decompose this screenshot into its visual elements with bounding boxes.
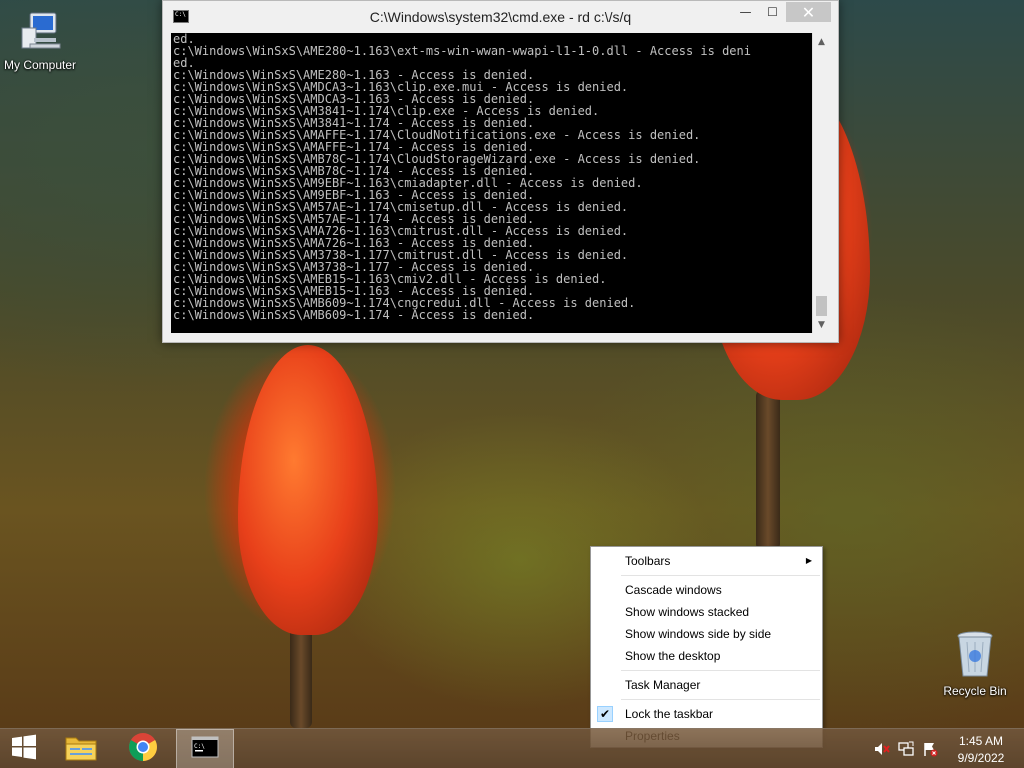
scroll-up-arrow-icon[interactable]: ▲ — [813, 33, 830, 50]
recycle-bin-icon — [955, 630, 995, 680]
submenu-arrow-icon: ▶ — [805, 556, 812, 565]
menu-item-show-windows-stacked[interactable]: Show windows stacked — [591, 601, 822, 623]
windows-logo-icon — [11, 734, 37, 764]
minimize-button[interactable]: — — [732, 2, 759, 22]
menu-item-show-windows-side-by-side[interactable]: Show windows side by side — [591, 623, 822, 645]
menu-item-show-the-desktop[interactable]: Show the desktop — [591, 645, 822, 667]
menu-item-label: Show windows side by side — [625, 627, 772, 641]
action-center-flag-icon[interactable] — [922, 741, 938, 757]
network-icon[interactable] — [898, 741, 914, 757]
console-line: c:\Windows\WinSxS\AME280~1.163\ext-ms-wi… — [173, 44, 751, 58]
taskbar[interactable]: C:\ 1:45 AM 9/9/2022 — [0, 728, 1024, 768]
taskbar-cmd[interactable]: C:\ — [176, 729, 234, 768]
cmd-icon: C:\ — [191, 736, 219, 762]
desktop-icon-label: My Computer — [3, 58, 77, 72]
close-button[interactable]: ✕ — [786, 2, 831, 22]
cmd-window[interactable]: C:\Windows\system32\cmd.exe - rd c:\/s/q… — [162, 0, 839, 343]
menu-item-label: Show windows stacked — [625, 605, 750, 619]
folder-icon — [64, 732, 98, 766]
taskbar-context-menu[interactable]: Toolbars ▶ Cascade windows Show windows sta… — [590, 546, 823, 748]
desktop-icon-label: Recycle Bin — [943, 684, 1007, 698]
menu-item-task-manager[interactable]: Task Manager — [591, 674, 822, 696]
taskbar-file-explorer[interactable] — [56, 729, 106, 768]
menu-separator — [621, 670, 820, 671]
clock-date: 9/9/2022 — [957, 751, 1005, 765]
scrollbar-thumb[interactable] — [816, 296, 827, 316]
start-button[interactable] — [0, 729, 48, 768]
vertical-scrollbar[interactable]: ▲ ▼ — [812, 33, 829, 333]
clock-time: 1:45 AM — [958, 734, 1004, 748]
console-line: c:\Windows\WinSxS\AMB609~1.174 - Access … — [173, 308, 535, 322]
menu-item-label: Show the desktop — [625, 649, 721, 663]
taskbar-chrome[interactable] — [118, 729, 168, 768]
desktop-icon-my-computer[interactable]: My Computer — [0, 10, 80, 72]
chrome-icon — [128, 732, 158, 766]
menu-item-cascade-windows[interactable]: Cascade windows — [591, 579, 822, 601]
checkmark-icon: ✔ — [597, 706, 613, 722]
menu-item-lock-the-taskbar[interactable]: ✔ Lock the taskbar — [591, 703, 822, 725]
cmd-titlebar[interactable]: C:\Windows\system32\cmd.exe - rd c:\/s/q… — [163, 1, 838, 33]
scroll-down-arrow-icon[interactable]: ▼ — [813, 316, 830, 333]
svg-text:C:\: C:\ — [194, 743, 205, 750]
desktop-icon-recycle-bin[interactable]: Recycle Bin — [935, 630, 1015, 698]
maximize-button[interactable]: ☐ — [759, 2, 786, 22]
console-output[interactable]: ed. c:\Windows\WinSxS\AME280~1.163\ext-ms… — [171, 33, 812, 333]
menu-item-label: Task Manager — [625, 678, 701, 692]
computer-icon — [18, 10, 62, 54]
menu-item-label: Cascade windows — [625, 583, 722, 597]
menu-item-label: Lock the taskbar — [625, 707, 714, 721]
system-clock[interactable]: 1:45 AM 9/9/2022 — [946, 733, 1016, 767]
speaker-muted-icon[interactable] — [874, 741, 890, 757]
menu-separator — [621, 575, 820, 576]
menu-item-toolbars[interactable]: Toolbars ▶ — [591, 550, 822, 572]
menu-separator — [621, 699, 820, 700]
menu-item-label: Toolbars — [625, 554, 671, 568]
